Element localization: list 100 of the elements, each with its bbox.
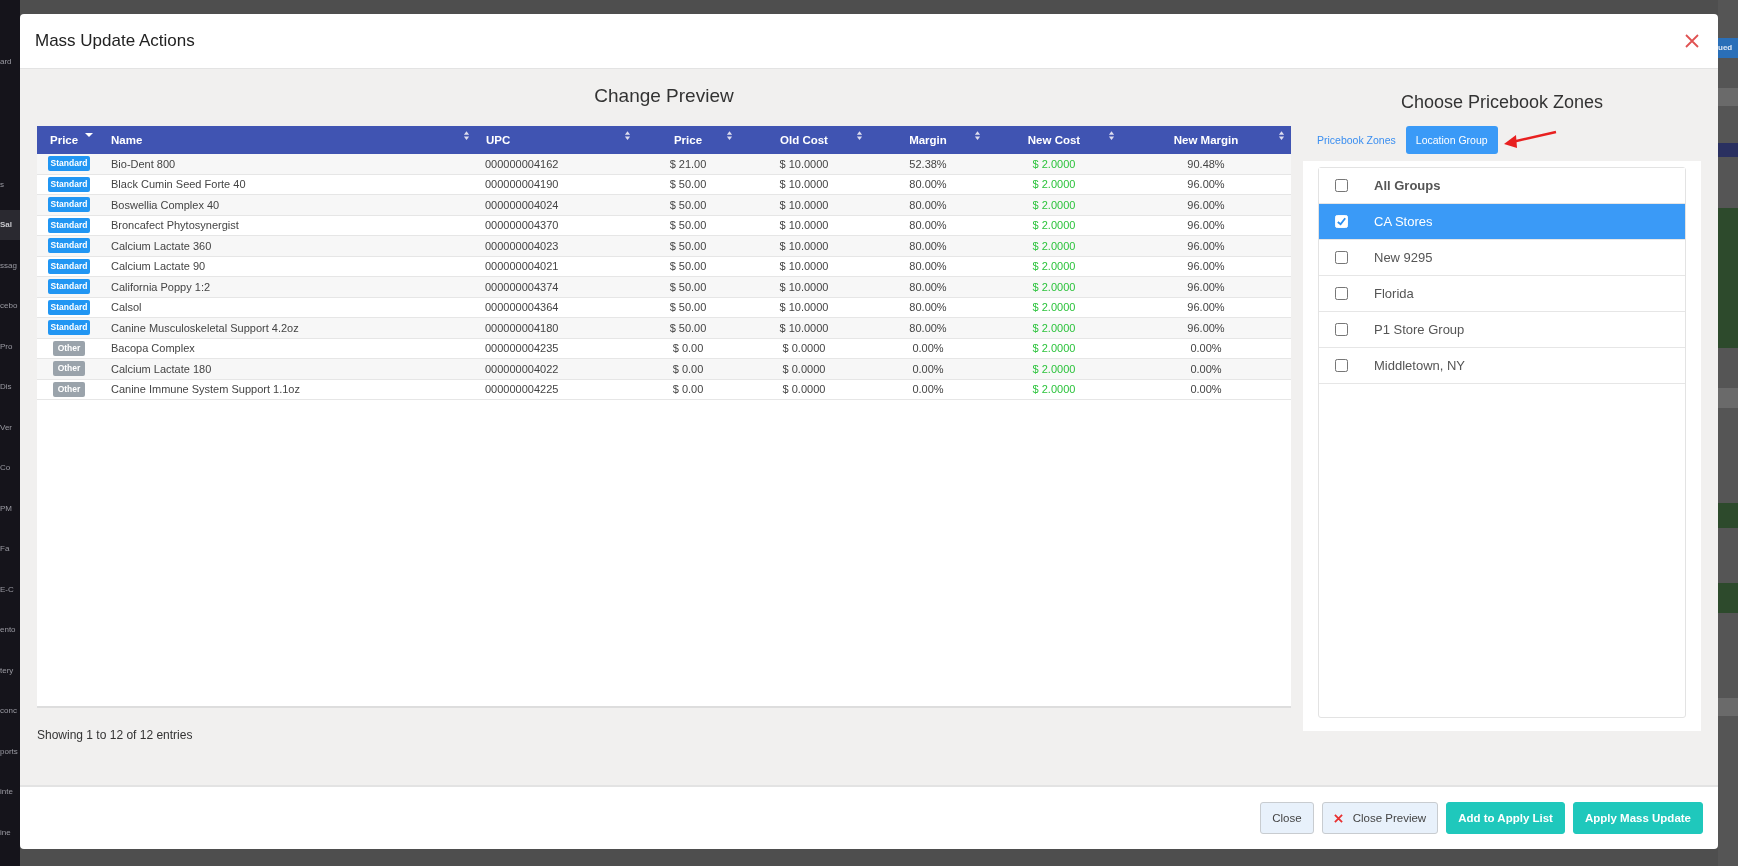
- sort-icon[interactable]: [463, 131, 470, 140]
- table-cell: $ 10.0000: [739, 235, 869, 256]
- column-header[interactable]: New Cost: [987, 126, 1121, 154]
- table-cell: 000000004190: [476, 174, 637, 195]
- group-label: All Groups: [1374, 178, 1441, 193]
- table-cell: 96.00%: [1121, 276, 1291, 297]
- table-cell: 0.00%: [869, 358, 987, 379]
- sidebar-item[interactable]: ine: [0, 825, 20, 840]
- table-cell: 80.00%: [869, 174, 987, 195]
- price-type-badge: Standard: [47, 320, 91, 336]
- sort-descending-icon[interactable]: [85, 133, 93, 137]
- table-cell: 000000004235: [476, 338, 637, 359]
- sidebar-item[interactable]: Pro: [0, 339, 20, 354]
- table-cell: $ 50.00: [637, 256, 739, 277]
- table-cell: 0.00%: [1121, 379, 1291, 400]
- column-header[interactable]: Margin: [869, 126, 987, 154]
- table-cell: 000000004180: [476, 317, 637, 338]
- column-header[interactable]: UPC: [476, 126, 637, 154]
- sort-icon[interactable]: [624, 131, 631, 140]
- sidebar-item[interactable]: Ver: [0, 420, 20, 435]
- table-cell: 000000004364: [476, 297, 637, 318]
- table-cell: Bio-Dent 800: [101, 154, 476, 174]
- column-header[interactable]: Price: [637, 126, 739, 154]
- group-label: CA Stores: [1374, 214, 1433, 229]
- table-cell: 000000004024: [476, 194, 637, 215]
- close-preview-button[interactable]: Close Preview: [1321, 802, 1439, 834]
- dialog-title: Mass Update Actions: [35, 31, 195, 51]
- table-cell: 0.00%: [1121, 358, 1291, 379]
- sidebar-item[interactable]: cebo: [0, 299, 20, 313]
- table-cell: 96.00%: [1121, 256, 1291, 277]
- price-type-badge: Standard: [47, 279, 91, 295]
- table-cell: 96.00%: [1121, 235, 1291, 256]
- sidebar-item[interactable]: Co: [0, 461, 20, 475]
- table-cell: $ 0.00: [637, 358, 739, 379]
- table-cell: $ 10.0000: [739, 154, 869, 174]
- table-cell: $ 50.00: [637, 276, 739, 297]
- group-list-item[interactable]: All Groups: [1319, 168, 1685, 204]
- sidebar-item[interactable]: PM: [0, 501, 20, 516]
- table-cell: Calcium Lactate 90: [101, 256, 476, 277]
- price-type-badge: Standard: [47, 197, 91, 213]
- checkbox[interactable]: [1335, 359, 1348, 372]
- sidebar-item[interactable]: ports: [0, 744, 20, 759]
- close-icon[interactable]: [1685, 34, 1699, 48]
- checkbox[interactable]: [1335, 179, 1348, 192]
- table-cell: Canine Musculoskeletal Support 4.2oz: [101, 317, 476, 338]
- price-type-badge: Standard: [47, 217, 91, 233]
- sidebar-item[interactable]: Sal: [0, 210, 20, 240]
- table-cell: 000000004225: [476, 379, 637, 400]
- table-cell: Calcium Lactate 180: [101, 358, 476, 379]
- table-cell: 000000004370: [476, 215, 637, 236]
- close-button[interactable]: Close: [1260, 802, 1314, 834]
- table-cell: $ 2.0000: [987, 317, 1121, 338]
- table-cell: 80.00%: [869, 256, 987, 277]
- table-cell: $ 10.0000: [739, 256, 869, 277]
- price-type-badge: Standard: [47, 299, 91, 315]
- table-cell: California Poppy 1:2: [101, 276, 476, 297]
- sort-icon[interactable]: [726, 131, 733, 140]
- table-cell: $ 2.0000: [987, 338, 1121, 359]
- table-cell: $ 2.0000: [987, 235, 1121, 256]
- sort-icon[interactable]: [856, 131, 863, 140]
- sidebar-item[interactable]: tery: [0, 663, 20, 678]
- table-cell: $ 0.00: [637, 379, 739, 400]
- table-cell: $ 2.0000: [987, 276, 1121, 297]
- checkbox[interactable]: [1335, 251, 1348, 264]
- close-icon: [1333, 813, 1343, 823]
- column-header[interactable]: Old Cost: [739, 126, 869, 154]
- column-header[interactable]: Price: [37, 126, 101, 154]
- sidebar-item[interactable]: E-C: [0, 582, 20, 597]
- column-header[interactable]: New Margin: [1121, 126, 1291, 154]
- table-cell: $ 0.0000: [739, 358, 869, 379]
- table-cell: $ 50.00: [637, 317, 739, 338]
- column-header[interactable]: Name: [101, 126, 476, 154]
- sidebar-item[interactable]: inte: [0, 785, 20, 799]
- sort-icon[interactable]: [974, 131, 981, 140]
- table-cell: $ 2.0000: [987, 194, 1121, 215]
- table-cell: $ 0.0000: [739, 379, 869, 400]
- sort-icon[interactable]: [1108, 131, 1115, 140]
- table-cell: 0.00%: [869, 338, 987, 359]
- table-cell: $ 10.0000: [739, 194, 869, 215]
- table-cell: Calcium Lactate 360: [101, 235, 476, 256]
- sidebar-item[interactable]: conc: [0, 704, 20, 718]
- table-cell: $ 2.0000: [987, 379, 1121, 400]
- checkbox[interactable]: [1335, 323, 1348, 336]
- table-cell: 96.00%: [1121, 297, 1291, 318]
- price-type-badge: Other: [52, 361, 86, 377]
- table-cell: 0.00%: [869, 379, 987, 400]
- table-cell: Bacopa Complex: [101, 338, 476, 359]
- sidebar-item[interactable]: Dis: [0, 380, 20, 394]
- sidebar-item[interactable]: ard: [0, 54, 20, 69]
- sort-icon[interactable]: [1278, 131, 1285, 140]
- table-cell: $ 50.00: [637, 235, 739, 256]
- checkbox[interactable]: [1335, 287, 1348, 300]
- entries-info: Showing 1 to 12 of 12 entries: [37, 728, 194, 742]
- sidebar-item[interactable]: s: [0, 177, 20, 192]
- sidebar-item[interactable]: ento: [0, 623, 20, 637]
- table-cell: $ 0.00: [637, 338, 739, 359]
- sidebar-item[interactable]: Fa: [0, 542, 20, 556]
- table-cell: $ 50.00: [637, 297, 739, 318]
- table-cell: 000000004022: [476, 358, 637, 379]
- sidebar-item[interactable]: ssag: [0, 258, 20, 273]
